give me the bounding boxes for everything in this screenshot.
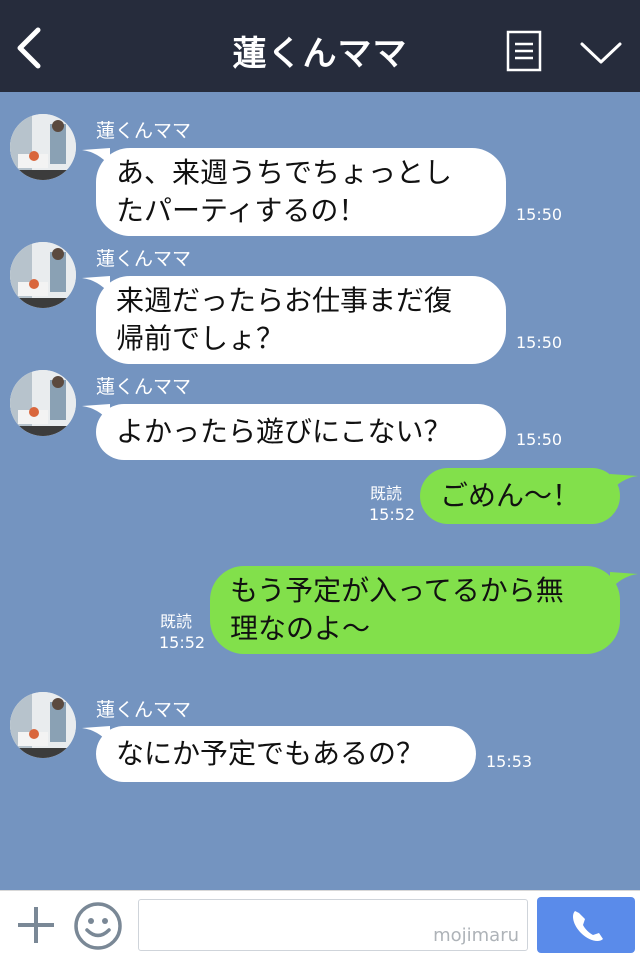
smiley-icon — [74, 902, 122, 950]
sender-name: 蓮くんママ — [96, 248, 192, 270]
phone-icon — [573, 911, 603, 941]
chat-title: 蓮くんママ — [232, 34, 408, 74]
avatar[interactable] — [10, 370, 76, 436]
message-time: 15:53 — [486, 752, 533, 771]
bubble-tail — [610, 572, 638, 590]
avatar-image — [10, 692, 76, 758]
chat-area[interactable]: 蓮くんママ あ、来週うちでちょっとし たパーティするの！ 15:50 蓮くんママ… — [0, 92, 640, 890]
message-time: 15:50 — [516, 205, 563, 224]
sender-name: 蓮くんママ — [96, 376, 192, 398]
plus-icon — [18, 907, 54, 943]
message-bubble[interactable]: ごめん～！ — [420, 468, 620, 524]
avatar[interactable] — [10, 114, 76, 180]
chevron-down-icon — [580, 42, 622, 64]
avatar-image — [10, 242, 76, 308]
sender-name: 蓮くんママ — [96, 120, 192, 142]
avatar[interactable] — [10, 692, 76, 758]
message-time: 15:52 — [159, 633, 206, 652]
message-input[interactable]: mojimaru — [138, 899, 528, 951]
message-bubble[interactable]: あ、来週うちでちょっとし たパーティするの！ — [96, 148, 506, 236]
sender-name: 蓮くんママ — [96, 699, 192, 721]
message-time: 15:50 — [516, 333, 563, 352]
avatar-image — [10, 114, 76, 180]
menu-list-icon — [506, 30, 542, 72]
emoji-button[interactable] — [73, 901, 123, 951]
read-receipt: 既読 — [160, 612, 193, 631]
call-button[interactable] — [537, 897, 635, 953]
message-bubble[interactable]: なにか予定でもあるの？ — [96, 726, 476, 782]
message-time: 15:50 — [516, 430, 563, 449]
avatar[interactable] — [10, 242, 76, 308]
chat-header: 蓮くんママ — [0, 0, 640, 92]
avatar-image — [10, 370, 76, 436]
dropdown-button[interactable] — [578, 36, 624, 68]
menu-button[interactable] — [506, 30, 542, 72]
add-button[interactable] — [14, 903, 58, 947]
read-receipt: 既読 — [370, 484, 403, 503]
message-bubble[interactable]: よかったら遊びにこない？ — [96, 404, 506, 460]
input-bar: mojimaru — [0, 890, 640, 960]
bubble-tail — [610, 474, 638, 492]
message-bubble[interactable]: 来週だったらお仕事まだ復 帰前でしょ？ — [96, 276, 506, 364]
message-bubble[interactable]: もう予定が入ってるから無 理なのよ～ — [210, 566, 620, 654]
watermark-text: mojimaru — [433, 925, 519, 946]
message-time: 15:52 — [369, 505, 416, 524]
